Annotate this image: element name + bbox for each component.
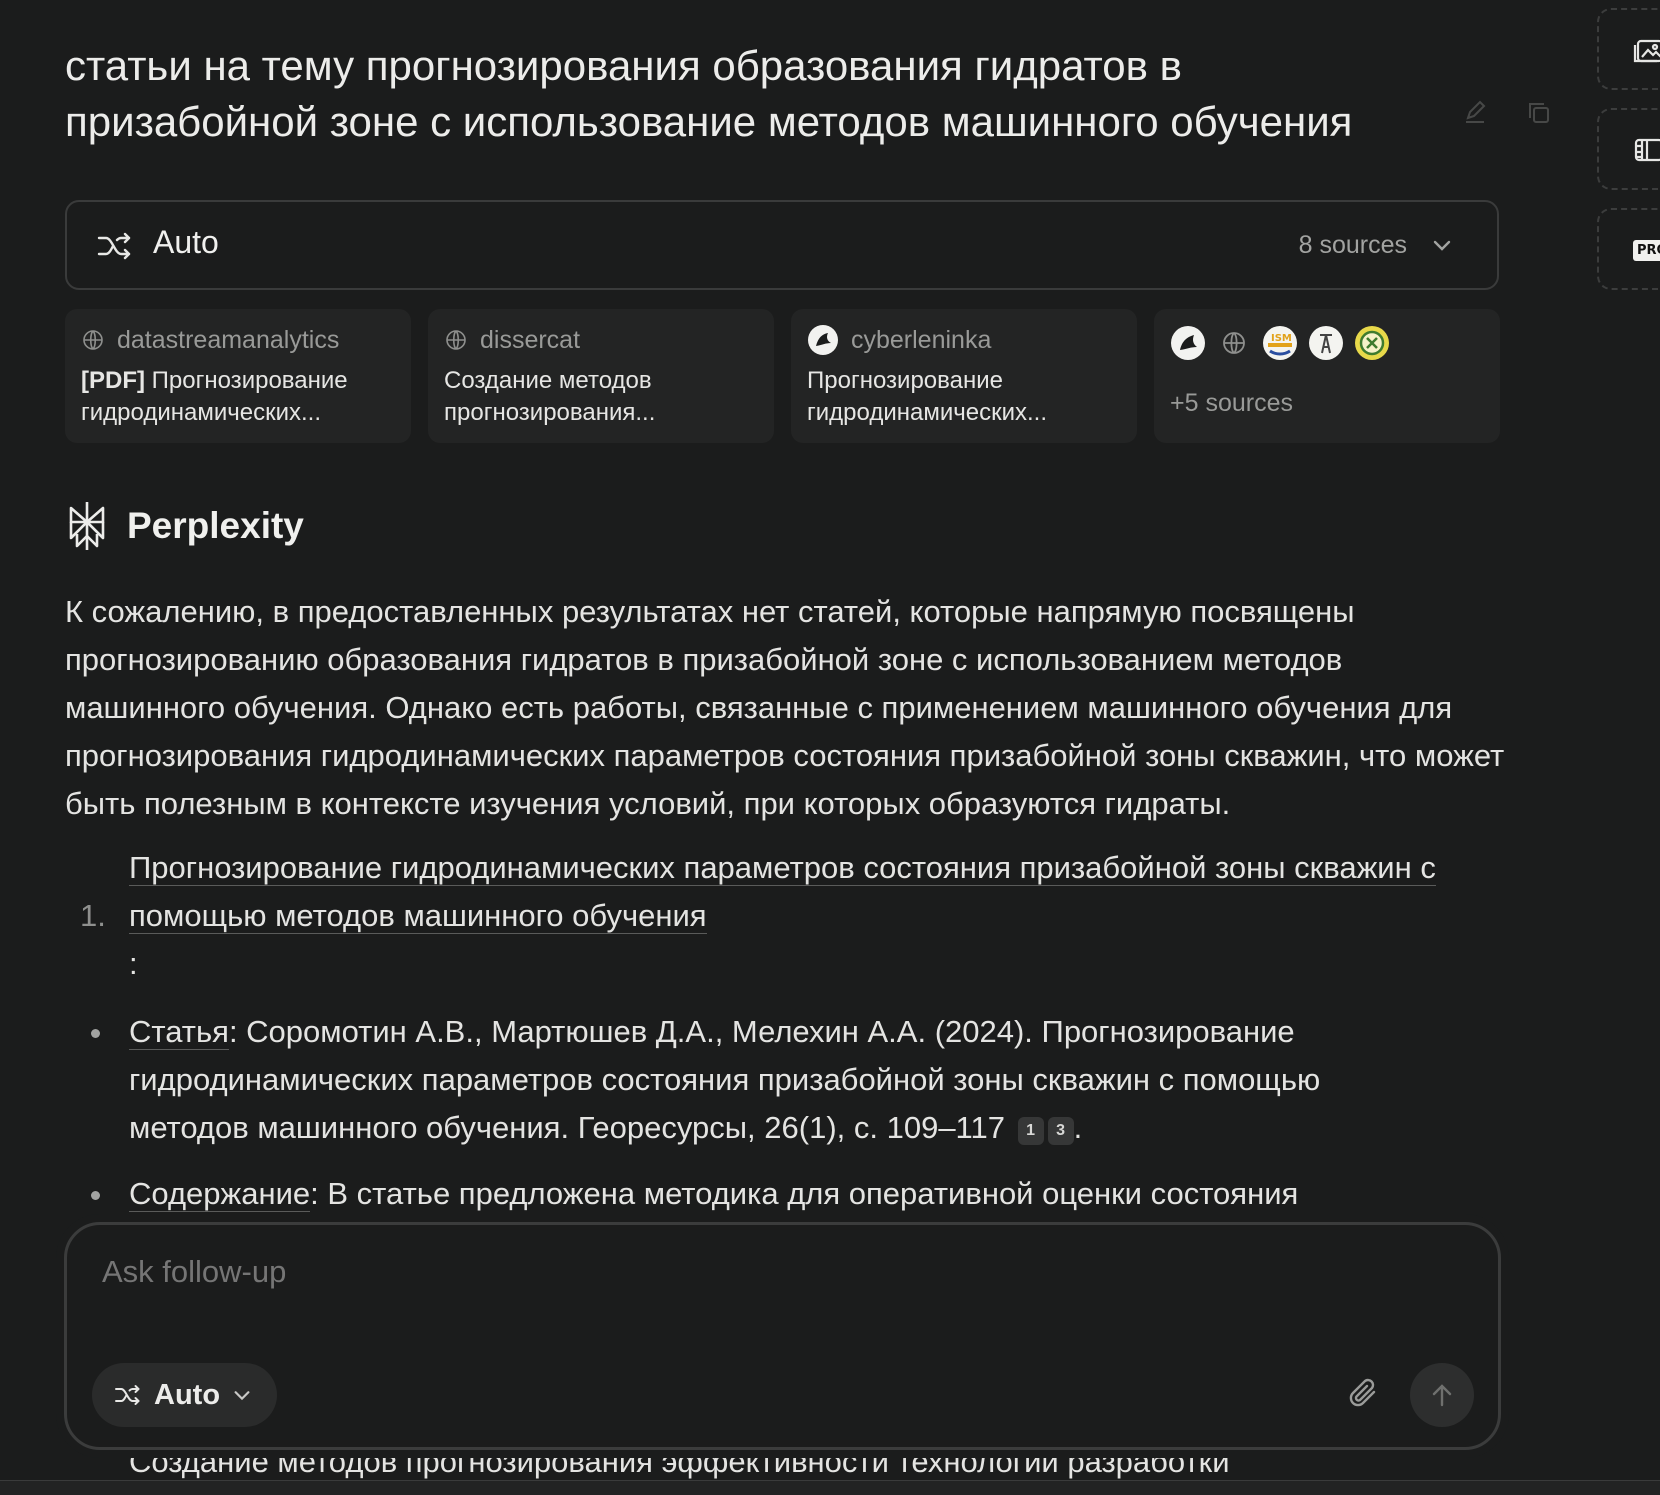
bottom-bar [0, 1480, 1660, 1495]
answer-body: К сожалению, в предоставленных результат… [65, 588, 1505, 1212]
image-icon [1633, 39, 1660, 63]
more-sources: +5 sources [1170, 389, 1293, 417]
pro-feature-button[interactable]: PRO [1597, 208, 1660, 290]
item-bullets: Статья: Соромотин А.В., Мартюшев Д.А., М… [65, 1008, 1445, 1236]
globe-icon [1223, 332, 1245, 354]
more-sources-card[interactable]: ISM +5 sources [1154, 309, 1500, 443]
shuffle-icon [115, 1385, 140, 1405]
edit-icon[interactable] [1462, 100, 1488, 126]
film-icon [1634, 138, 1660, 162]
cyberleninka-logo-icon [808, 325, 838, 355]
globe-icon [83, 330, 103, 350]
perplexity-logo-icon [69, 502, 105, 550]
source-title: Прогнозирование гидродинамических... [807, 367, 1048, 426]
list-item: Содержание: В статье предложена методика… [65, 1170, 1445, 1218]
thread-main: статьи на тему прогнозирования образован… [0, 0, 1660, 1495]
pro-badge: PRO [1633, 240, 1660, 261]
answer-intro: К сожалению, в предоставленных результат… [65, 594, 1505, 821]
follow-up-composer: Auto [64, 1222, 1501, 1450]
send-button[interactable] [1410, 1363, 1474, 1427]
cyberleninka-logo-icon [1171, 326, 1205, 360]
composer-mode-label: Auto [154, 1378, 221, 1411]
paperclip-icon[interactable] [1348, 1377, 1380, 1411]
shuffle-icon [97, 232, 131, 260]
pdf-tag: [PDF] [81, 367, 145, 394]
query-actions [1462, 100, 1552, 126]
tower-logo-icon [1309, 326, 1343, 360]
bullet-key: Статья [129, 1014, 229, 1050]
ism-logo-icon: ISM [1263, 326, 1297, 360]
source-card[interactable]: datastreamanalytics [PDF] Прогнозировани… [65, 309, 411, 443]
chevron-down-icon [234, 1391, 250, 1401]
search-images-button[interactable] [1597, 8, 1660, 90]
source-name: cyberleninka [851, 325, 992, 354]
item-number: 1. [80, 898, 106, 933]
source-name: dissercat [480, 325, 581, 354]
query-title: статьи на тему прогнозирования образован… [65, 42, 1353, 145]
search-videos-button[interactable] [1597, 108, 1660, 190]
chevron-down-icon[interactable] [1431, 234, 1453, 256]
arrow-up-icon [1432, 1384, 1452, 1407]
item-colon: : [129, 946, 138, 981]
composer-mode-button[interactable]: Auto [92, 1363, 277, 1427]
globe-icon [446, 330, 466, 350]
source-cards: datastreamanalytics [PDF] Прогнозировани… [65, 309, 1500, 443]
source-card[interactable]: cyberleninka Прогнозирование гидродинами… [791, 309, 1137, 443]
svg-text:ISM: ISM [1271, 333, 1292, 344]
source-card[interactable]: dissercat Создание методов прогнозирован… [428, 309, 774, 443]
answer-source-label: Perplexity [127, 505, 304, 546]
source-name: datastreamanalytics [117, 325, 340, 354]
sources-count[interactable]: 8 sources [1299, 231, 1407, 260]
source-title: Создание методов прогнозирования... [444, 367, 656, 426]
citation-badge[interactable]: 3 [1047, 1117, 1074, 1145]
follow-up-input[interactable] [100, 1253, 1404, 1291]
search-mode-bar[interactable]: Auto 8 sources [65, 200, 1499, 290]
answer-header: Perplexity [65, 500, 304, 552]
item-title-link[interactable]: Прогнозирование гидродинамических параме… [129, 850, 1436, 934]
right-rail: PRO [1597, 0, 1660, 1494]
copy-icon[interactable] [1526, 100, 1552, 126]
mode-label: Auto [153, 224, 219, 260]
university-seal-icon [1355, 326, 1389, 360]
citation-badge[interactable]: 1 [1017, 1117, 1044, 1145]
list-item: Статья: Соромотин А.В., Мартюшев Д.А., М… [65, 1008, 1445, 1152]
bullet-key: Содержание [129, 1176, 311, 1212]
